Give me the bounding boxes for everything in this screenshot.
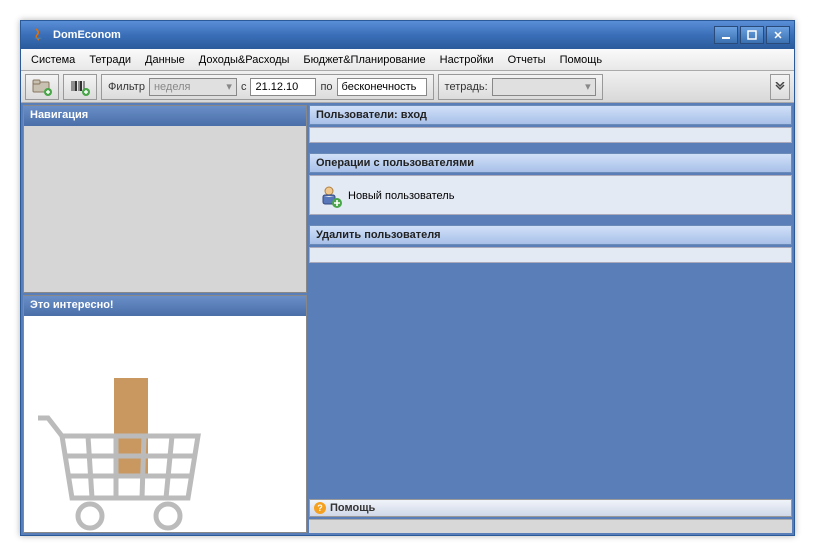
user-ops-header[interactable]: Операции с пользователями: [309, 153, 792, 173]
help-icon: ?: [314, 502, 326, 514]
titlebar[interactable]: DomEconom: [21, 21, 794, 49]
delete-user-body: [309, 247, 792, 263]
navigation-panel: Навигация: [23, 105, 307, 293]
maximize-button[interactable]: [740, 26, 764, 44]
toolbar-btn-barcode[interactable]: [63, 74, 97, 100]
toolbar-btn-folder[interactable]: [25, 74, 59, 100]
left-column: Навигация Это интересно!: [21, 103, 309, 535]
interesting-panel: Это интересно!: [23, 295, 307, 533]
java-icon: [31, 27, 47, 43]
delete-user-header[interactable]: Удалить пользователя: [309, 225, 792, 245]
notebook-label: тетрадь:: [445, 81, 488, 93]
minimize-button[interactable]: [714, 26, 738, 44]
content-gap: [309, 265, 792, 497]
main-area: Навигация Это интересно!: [21, 103, 794, 535]
shopping-cart-icon: [38, 378, 238, 532]
menu-budget-planning[interactable]: Бюджет&Планирование: [297, 51, 431, 69]
statusbar: [309, 519, 792, 533]
right-column: Пользователи: вход Операции с пользовате…: [309, 103, 794, 535]
navigation-body[interactable]: [24, 126, 306, 292]
menu-settings[interactable]: Настройки: [434, 51, 500, 69]
menu-system[interactable]: Система: [25, 51, 81, 69]
help-label: Помощь: [330, 502, 375, 514]
to-label: по: [320, 81, 332, 93]
help-bar[interactable]: ? Помощь: [309, 499, 792, 517]
toolbar: Фильтр неделя ▾ с 21.12.10 по бесконечно…: [21, 71, 794, 103]
menu-data[interactable]: Данные: [139, 51, 191, 69]
window-title: DomEconom: [53, 29, 712, 41]
filter-value: неделя: [154, 81, 191, 93]
notebook-combo[interactable]: ▾: [492, 78, 596, 96]
menu-reports[interactable]: Отчеты: [502, 51, 552, 69]
person-add-icon: [318, 184, 342, 208]
filter-label: Фильтр: [108, 81, 145, 93]
chevron-down-icon: ▾: [226, 80, 232, 93]
interesting-header: Это интересно!: [24, 296, 306, 316]
menubar: Система Тетради Данные Доходы&Расходы Бю…: [21, 49, 794, 71]
login-section-body: [309, 127, 792, 143]
chevron-down-icon: ▾: [585, 80, 591, 93]
navigation-header: Навигация: [24, 106, 306, 126]
to-date-field[interactable]: бесконечность: [337, 78, 427, 96]
toolbar-expand-button[interactable]: [770, 74, 790, 100]
app-window: DomEconom Система Тетради Данные Доходы&…: [20, 20, 795, 536]
new-user-label: Новый пользователь: [348, 190, 454, 202]
from-label: с: [241, 81, 247, 93]
login-section-header[interactable]: Пользователи: вход: [309, 105, 792, 125]
filter-combo[interactable]: неделя ▾: [149, 78, 237, 96]
menu-income-expense[interactable]: Доходы&Расходы: [193, 51, 296, 69]
close-button[interactable]: [766, 26, 790, 44]
from-date-field[interactable]: 21.12.10: [250, 78, 316, 96]
user-ops-body: Новый пользователь: [309, 175, 792, 215]
menu-notebooks[interactable]: Тетради: [83, 51, 137, 69]
new-user-row[interactable]: Новый пользователь: [314, 180, 787, 212]
menu-help[interactable]: Помощь: [554, 51, 609, 69]
interesting-body[interactable]: [24, 316, 306, 532]
notebook-group: тетрадь: ▾: [438, 74, 603, 100]
filter-group: Фильтр неделя ▾ с 21.12.10 по бесконечно…: [101, 74, 434, 100]
